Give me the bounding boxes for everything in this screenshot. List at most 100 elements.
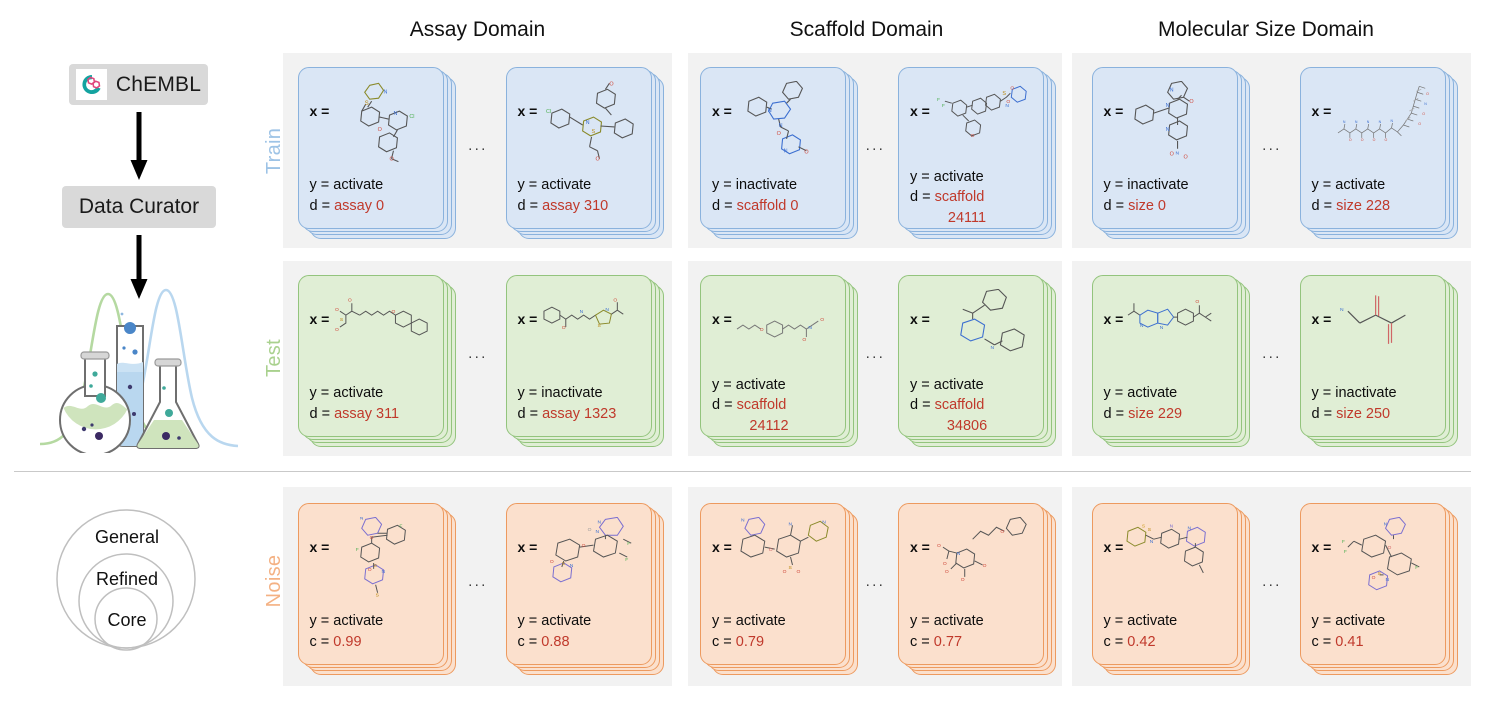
svg-text:F: F	[1342, 539, 1345, 545]
svg-text:O: O	[760, 327, 764, 333]
c-prefix: c =	[517, 633, 542, 650]
sample-card[interactable]: x = N N	[700, 66, 846, 229]
card-stack[interactable]: x = O N	[505, 274, 664, 447]
y-value-line: y = inactivate	[1311, 385, 1397, 402]
card-stack[interactable]: x = S N N N S y = activate c = 0.42	[1091, 502, 1250, 675]
svg-text:O: O	[820, 317, 824, 323]
card-stack[interactable]: x = F F S O O N O y = activate d = scaff…	[898, 66, 1056, 239]
card-stack[interactable]: x = S N	[297, 66, 456, 239]
sample-card[interactable]: x = N	[1091, 274, 1238, 437]
x-label: x =	[1311, 102, 1332, 119]
svg-text:O: O	[610, 81, 614, 87]
d-prefix: d =	[309, 197, 335, 214]
sample-card[interactable]: x = O N N S O O N y = activate c = 0.79	[700, 502, 846, 665]
card-stack[interactable]: x = O O N O y = activate d = scaffold 24…	[700, 274, 858, 447]
svg-text:O: O	[945, 568, 949, 574]
d-value-line: d = scaffold 34806	[910, 395, 1032, 436]
ellipsis-separator: ···	[865, 347, 885, 365]
svg-text:O: O	[804, 149, 808, 155]
svg-text:O: O	[1427, 92, 1430, 96]
sample-card[interactable]: x = O O O O S y = activate d = assay 311	[297, 274, 444, 437]
svg-text:O: O	[1190, 99, 1194, 105]
card-stack[interactable]: x = S N	[505, 66, 664, 239]
d-value-line: d = assay 311	[310, 404, 432, 425]
sample-card[interactable]: x = N	[898, 274, 1044, 437]
svg-text:O: O	[1184, 154, 1188, 160]
x-label: x =	[309, 102, 330, 119]
panel-size-test: x = N N O y = activate d = size 229 ··· …	[1072, 261, 1471, 456]
card-stack[interactable]: x = N N N N N O O O O O O N O y = activa…	[1299, 66, 1458, 239]
card-stack[interactable]: x = N	[1299, 502, 1458, 675]
d-value: assay 1323	[542, 405, 617, 422]
svg-text:N: N	[1005, 103, 1009, 109]
c-value-line: c = 0.77	[910, 632, 1032, 653]
x-label: x =	[910, 538, 930, 555]
card-stack[interactable]: x = N	[1299, 274, 1458, 447]
y-value-line: y = activate	[910, 613, 984, 630]
sample-card[interactable]: x = O N	[898, 502, 1044, 665]
c-value: 0.99	[333, 633, 362, 650]
card-stack[interactable]: x = O N N S O O N y = activate c = 0.79	[700, 502, 858, 675]
svg-text:O: O	[1372, 574, 1376, 580]
svg-text:O: O	[1361, 137, 1364, 141]
card-stack[interactable]: x = N	[505, 502, 664, 675]
sample-card[interactable]: x = S N	[297, 66, 444, 229]
sample-card[interactable]: x = N N N N N O O O O O O N O y = activa…	[1299, 66, 1446, 229]
d-value-line: d = size 250	[1312, 404, 1434, 425]
sample-card[interactable]: x = N	[505, 502, 652, 665]
svg-text:N: N	[990, 344, 994, 350]
svg-text:N: N	[1340, 307, 1344, 313]
c-prefix: c =	[1311, 633, 1336, 650]
svg-text:O: O	[370, 535, 374, 541]
card-stack[interactable]: x = N N	[1091, 66, 1250, 239]
card-stack[interactable]: x = N	[898, 274, 1056, 447]
ellipsis-separator: ···	[467, 347, 488, 365]
card-stack[interactable]: x = N	[1091, 274, 1250, 447]
d-value-second-line: 24111	[947, 209, 987, 226]
y-value-line: y = activate	[910, 168, 984, 185]
d-value-line: d = scaffold 24112	[712, 395, 834, 436]
molecule-structure-icon: N	[1334, 289, 1433, 375]
sample-card[interactable]: x = O O N O y = activate d = scaffold 24…	[700, 274, 846, 437]
molecule-structure-icon: S N Cl O O	[540, 81, 639, 167]
molecule-structure-icon: N N N N N O O O O O O N O	[1334, 81, 1433, 167]
molecule-structure-icon: N N O	[1126, 289, 1225, 375]
sample-card[interactable]: x = S N	[505, 66, 652, 229]
x-label: x =	[1103, 538, 1124, 555]
sample-card[interactable]: x = N	[1299, 274, 1446, 437]
card-stack[interactable]: x = O O O O S y = activate d = assay 311	[297, 274, 456, 447]
svg-text:O: O	[614, 297, 618, 303]
c-prefix: c =	[1103, 633, 1128, 650]
card-stack[interactable]: x = O N	[898, 502, 1056, 675]
venn-label-core: Core	[107, 610, 147, 630]
c-value-line: c = 0.88	[518, 632, 640, 653]
row-label-test: Test	[263, 339, 285, 377]
svg-text:N: N	[1355, 120, 1358, 124]
d-prefix: d =	[517, 405, 543, 422]
data-curator-label: Data Curator	[78, 195, 200, 218]
sample-card[interactable]: x = N N	[1091, 66, 1238, 229]
svg-text:Cl: Cl	[546, 109, 551, 115]
sample-card[interactable]: x = N	[1299, 502, 1446, 665]
svg-text:F: F	[1344, 549, 1347, 555]
ellipsis-separator: ···	[865, 139, 885, 157]
card-stack[interactable]: x = N	[297, 502, 456, 675]
molecule-structure-icon: N	[933, 288, 1032, 375]
sample-card[interactable]: x = O N	[505, 274, 652, 437]
card-stack[interactable]: x = N N	[700, 66, 858, 239]
molecule-structure-icon: S N N N S	[1126, 517, 1225, 603]
sample-card[interactable]: x = S N N N S y = activate c = 0.42	[1091, 502, 1238, 665]
svg-text:O: O	[1349, 137, 1352, 141]
sample-card[interactable]: x = F F S O O N O y = activate d = scaff…	[898, 66, 1044, 229]
svg-text:O: O	[582, 543, 586, 549]
svg-text:N: N	[741, 517, 745, 523]
molecule-structure-icon: N F F O S O N S	[332, 516, 431, 603]
panel-scaffold-test: x = O O N O y = activate d = scaffold 24…	[688, 261, 1062, 456]
ellipsis-separator: ···	[467, 575, 488, 593]
svg-text:N: N	[570, 562, 574, 568]
chembl-source-chip: ChEMBL	[69, 64, 208, 105]
molecule-structure-icon: O N S N O	[540, 289, 639, 375]
x-label: x =	[712, 538, 732, 555]
molecule-structure-icon: N N O O F F S O N	[540, 516, 639, 603]
sample-card[interactable]: x = N	[297, 502, 444, 665]
